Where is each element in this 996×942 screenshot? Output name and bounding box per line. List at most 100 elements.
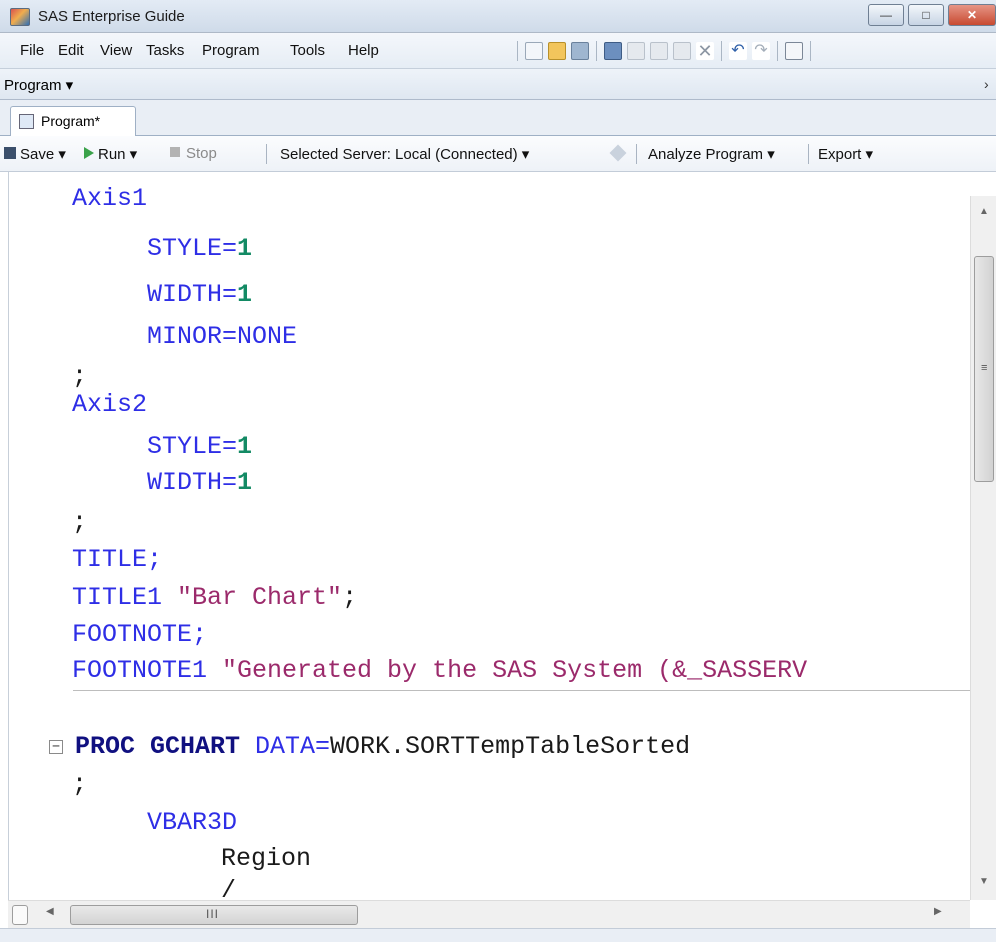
toolbar-separator (636, 144, 637, 164)
code-token: WIDTH= (147, 280, 238, 309)
title-bar: SAS Enterprise Guide — □ ✕ (0, 0, 996, 33)
program-toolbar: Save ▾ Run ▾ Stop Selected Server: Local… (0, 136, 996, 172)
vertical-scroll-thumb[interactable]: ≡ (974, 256, 994, 482)
code-line: WIDTH=1 (147, 468, 252, 498)
open-icon[interactable] (548, 42, 566, 60)
delete-icon[interactable]: ✕ (696, 42, 714, 60)
code-line: WIDTH=1 (147, 280, 252, 310)
tab-label: Program* (41, 113, 101, 129)
code-line: VBAR3D (147, 808, 238, 837)
new-icon[interactable] (525, 42, 543, 60)
paste-icon[interactable] (673, 42, 691, 60)
scroll-up-icon[interactable]: ▲ (979, 206, 989, 217)
server-icon[interactable] (609, 144, 627, 162)
maximize-button[interactable]: □ (908, 4, 944, 26)
fold-icon[interactable]: − (49, 740, 63, 754)
stop-icon (170, 147, 180, 157)
bottom-edge (0, 928, 996, 942)
toolbar-separator (808, 144, 809, 164)
code-line: ; (72, 362, 88, 391)
program-menu[interactable]: Program ▾ (4, 76, 73, 94)
scroll-grip-icon: III (206, 907, 220, 921)
main-toolbar: ✕ ↶ ↷ (515, 39, 813, 63)
code-number: 1 (237, 280, 253, 309)
code-line: TITLE; (72, 545, 163, 574)
code-line: TITLE1 "Bar Chart"; (72, 583, 357, 613)
menu-bar: File Edit View Tasks Program Tools Help … (0, 33, 996, 69)
close-button[interactable]: ✕ (948, 4, 996, 26)
program-icon (19, 114, 34, 129)
code-token: WIDTH= (147, 468, 238, 497)
undo-icon[interactable]: ↶ (729, 42, 747, 60)
code-token: DATA= (240, 732, 331, 761)
code-string: "Generated by the SAS System (&_SASSERV (222, 656, 808, 685)
program-bar: Program ▾ › (0, 69, 996, 100)
code-line: ; (72, 770, 88, 799)
scroll-right-icon[interactable]: ▶ (934, 906, 942, 917)
code-token: STYLE= (147, 234, 238, 263)
section-divider (73, 690, 970, 691)
code-line: Axis1 (72, 184, 148, 213)
code-token: STYLE= (147, 432, 238, 461)
code-line: STYLE=1 (147, 432, 252, 462)
toolbar-separator (810, 41, 811, 61)
menu-view[interactable]: View (100, 42, 132, 59)
code-line: / (221, 876, 237, 900)
window-title: SAS Enterprise Guide (38, 8, 185, 25)
export-button[interactable]: Export ▾ (818, 145, 873, 163)
server-selector[interactable]: Selected Server: Local (Connected) ▾ (280, 145, 529, 163)
scroll-grip-icon: ≡ (981, 362, 988, 374)
code-line: Region (221, 844, 312, 873)
code-line: FOOTNOTE1 "Generated by the SAS System (… (72, 656, 807, 686)
horizontal-scroll-thumb[interactable]: III (70, 905, 358, 925)
code-number: 1 (237, 432, 253, 461)
menu-tools[interactable]: Tools (290, 42, 325, 59)
code-string: "Bar Chart" (177, 583, 343, 612)
scroll-down-icon[interactable]: ▼ (979, 876, 989, 887)
code-token: WORK.SORTTempTableSorted (330, 732, 691, 761)
tab-strip: Program* (0, 100, 996, 136)
app-icon (10, 8, 30, 26)
code-token: FOOTNOTE1 (72, 656, 223, 685)
code-line: PROC GCHART DATA=WORK.SORTTempTableSorte… (75, 732, 690, 762)
toolbar-separator (266, 144, 267, 164)
database-icon[interactable] (571, 42, 589, 60)
code-line: FOOTNOTE; (72, 620, 208, 649)
menu-program[interactable]: Program (202, 42, 260, 59)
code-token: ; (342, 583, 358, 612)
menu-file[interactable]: File (20, 42, 44, 59)
code-number: 1 (237, 234, 253, 263)
code-token: TITLE1 (72, 583, 178, 612)
code-proc: PROC GCHART (75, 732, 241, 761)
scroll-left-icon[interactable]: ◀ (46, 906, 54, 917)
save-icon (4, 147, 16, 159)
scrollbar-corner-button[interactable] (12, 905, 28, 925)
menu-help[interactable]: Help (348, 42, 379, 59)
toolbar-separator (596, 41, 597, 61)
toolbar-separator (517, 41, 518, 61)
horizontal-scrollbar[interactable]: ◀ III ▶ (8, 900, 970, 928)
save-button[interactable]: Save ▾ (20, 145, 66, 163)
tab-program[interactable]: Program* (10, 106, 136, 136)
window-icon[interactable] (785, 42, 803, 60)
menu-tasks[interactable]: Tasks (146, 42, 184, 59)
stop-button[interactable]: Stop (186, 145, 217, 162)
run-button[interactable]: Run ▾ (98, 145, 137, 163)
minimize-button[interactable]: — (868, 4, 904, 26)
analyze-program-button[interactable]: Analyze Program ▾ (648, 145, 775, 163)
code-line: Axis2 (72, 390, 148, 419)
redo-icon[interactable]: ↷ (752, 42, 770, 60)
toolbar-separator (721, 41, 722, 61)
code-number: 1 (237, 468, 253, 497)
code-line: STYLE=1 (147, 234, 252, 264)
code-line: ; (72, 508, 88, 537)
print-icon[interactable] (604, 42, 622, 60)
menu-edit[interactable]: Edit (58, 42, 84, 59)
toolbar-separator (777, 41, 778, 61)
cut-icon[interactable] (627, 42, 645, 60)
overflow-icon[interactable]: › (984, 76, 989, 92)
vertical-scrollbar[interactable]: ▲ ≡ ▼ (970, 196, 996, 900)
code-editor[interactable]: Axis1 STYLE=1 WIDTH=1 MINOR=NONE ; Axis2… (8, 172, 970, 900)
run-icon (84, 147, 94, 159)
copy-icon[interactable] (650, 42, 668, 60)
